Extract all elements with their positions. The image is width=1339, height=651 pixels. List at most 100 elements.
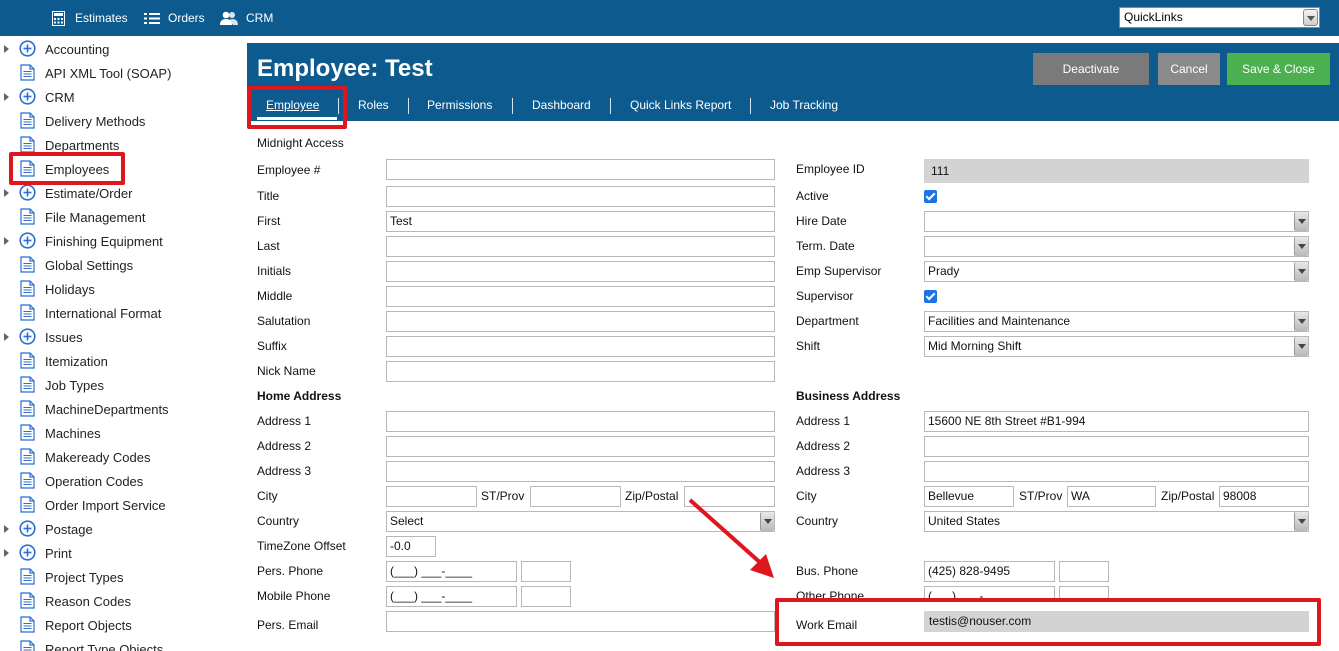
term-date-select[interactable] [924,236,1309,257]
bus-country-value: United States [928,514,1001,528]
bus-phone-field[interactable]: (425) 828-9495 [924,561,1055,582]
supervisor-checkbox[interactable] [924,290,937,303]
caret-right-icon[interactable] [4,45,9,53]
sidebar-item-global-settings[interactable]: Global Settings [0,253,240,277]
sidebar-item-accounting[interactable]: Accounting [0,37,240,61]
sidebar-item-operation-codes[interactable]: Operation Codes [0,469,240,493]
pers-phone-field[interactable]: (___) ___-____ [386,561,517,582]
home-address1-field[interactable] [386,411,775,432]
first-name-field[interactable]: Test [386,211,775,232]
mobile-phone-field[interactable]: (___) ___-____ [386,586,517,607]
sidebar-item-api-xml-tool-soap[interactable]: API XML Tool (SOAP) [0,61,240,85]
chevron-down-icon[interactable] [1294,337,1308,356]
active-checkbox[interactable] [924,190,937,203]
annotation-box-employee-tab [247,86,347,129]
last-name-field[interactable] [386,236,775,257]
plus-circle-icon[interactable] [19,520,36,537]
middle-name-field[interactable] [386,286,775,307]
bus-country-select[interactable]: United States [924,511,1309,532]
sidebar-item-finishing-equipment[interactable]: Finishing Equipment [0,229,240,253]
emp-supervisor-select[interactable]: Prady [924,261,1309,282]
quicklinks-select[interactable]: QuickLinks [1119,7,1320,28]
sidebar-item-crm[interactable]: CRM [0,85,240,109]
tab-roles[interactable]: Roles [358,98,389,112]
nav-crm[interactable]: CRM [220,0,273,36]
sidebar-item-issues[interactable]: Issues [0,325,240,349]
sidebar-item-file-management[interactable]: File Management [0,205,240,229]
chevron-down-icon[interactable] [1294,312,1308,331]
sidebar-item-international-format[interactable]: International Format [0,301,240,325]
caret-right-icon[interactable] [4,237,9,245]
title-field[interactable] [386,186,775,207]
deactivate-button[interactable]: Deactivate [1033,53,1149,85]
caret-right-icon[interactable] [4,189,9,197]
suffix-field[interactable] [386,336,775,357]
sidebar-item-delivery-methods[interactable]: Delivery Methods [0,109,240,133]
tab-dashboard[interactable]: Dashboard [532,98,591,112]
sidebar-item-postage[interactable]: Postage [0,517,240,541]
tab-job-tracking[interactable]: Job Tracking [770,98,838,112]
plus-circle-icon[interactable] [19,40,36,57]
home-address2-field[interactable] [386,436,775,457]
sidebar-item-label: Report Type Objects [45,642,164,651]
pers-phone-ext-field[interactable] [521,561,571,582]
timezone-field[interactable]: -0.0 [386,536,436,557]
title-label: Title [257,189,280,203]
sidebar-item-machines[interactable]: Machines [0,421,240,445]
tab-quick-links-report[interactable]: Quick Links Report [630,98,731,112]
plus-circle-icon[interactable] [19,88,36,105]
sidebar-item-machinedepartments[interactable]: MachineDepartments [0,397,240,421]
home-city-field[interactable] [386,486,477,507]
sidebar-item-project-types[interactable]: Project Types [0,565,240,589]
sidebar-item-label: MachineDepartments [45,402,169,417]
chevron-down-icon[interactable] [1294,212,1308,231]
sidebar-item-report-type-objects[interactable]: Report Type Objects [0,637,240,651]
plus-circle-icon[interactable] [19,184,36,201]
caret-right-icon[interactable] [4,525,9,533]
sidebar-item-report-objects[interactable]: Report Objects [0,613,240,637]
home-st-prov-field[interactable] [530,486,621,507]
chevron-down-icon[interactable] [1294,512,1308,531]
caret-right-icon[interactable] [4,333,9,341]
sidebar-item-print[interactable]: Print [0,541,240,565]
salutation-field[interactable] [386,311,775,332]
hire-date-select[interactable] [924,211,1309,232]
employee-no-field[interactable] [386,159,775,180]
home-address3-field[interactable] [386,461,775,482]
nav-crm-label: CRM [246,11,274,25]
home-address1-label: Address 1 [257,414,312,428]
tab-permissions[interactable]: Permissions [427,98,492,112]
nav-orders[interactable]: Orders [144,0,205,36]
plus-circle-icon[interactable] [19,544,36,561]
department-select[interactable]: Facilities and Maintenance [924,311,1309,332]
bus-address1-field[interactable]: 15600 NE 8th Street #B1-994 [924,411,1309,432]
chevron-down-icon[interactable] [1294,262,1308,281]
chevron-down-icon[interactable] [1294,237,1308,256]
plus-circle-icon[interactable] [19,328,36,345]
home-country-value: Select [390,514,424,528]
sidebar-item-holidays[interactable]: Holidays [0,277,240,301]
mobile-phone-ext-field[interactable] [521,586,571,607]
sidebar-item-reason-codes[interactable]: Reason Codes [0,589,240,613]
caret-right-icon[interactable] [4,93,9,101]
nick-name-field[interactable] [386,361,775,382]
sidebar-item-job-types[interactable]: Job Types [0,373,240,397]
bus-city-field[interactable]: Bellevue [924,486,1014,507]
bus-st-prov-field[interactable]: WA [1067,486,1156,507]
bus-zip-field[interactable]: 98008 [1219,486,1309,507]
sidebar-item-makeready-codes[interactable]: Makeready Codes [0,445,240,469]
chevron-down-icon[interactable] [1303,9,1318,26]
save-close-button[interactable]: Save & Close [1227,53,1330,85]
nav-estimates[interactable]: Estimates [52,0,128,36]
bus-address2-field[interactable] [924,436,1309,457]
sidebar-item-itemization[interactable]: Itemization [0,349,240,373]
shift-select[interactable]: Mid Morning Shift [924,336,1309,357]
initials-field[interactable] [386,261,775,282]
plus-circle-icon[interactable] [19,232,36,249]
cancel-button[interactable]: Cancel [1158,53,1220,85]
bus-address3-field[interactable] [924,461,1309,482]
bus-phone-ext-field[interactable] [1059,561,1109,582]
sidebar-item-order-import-service[interactable]: Order Import Service [0,493,240,517]
caret-right-icon[interactable] [4,549,9,557]
pers-email-field[interactable] [386,611,775,632]
